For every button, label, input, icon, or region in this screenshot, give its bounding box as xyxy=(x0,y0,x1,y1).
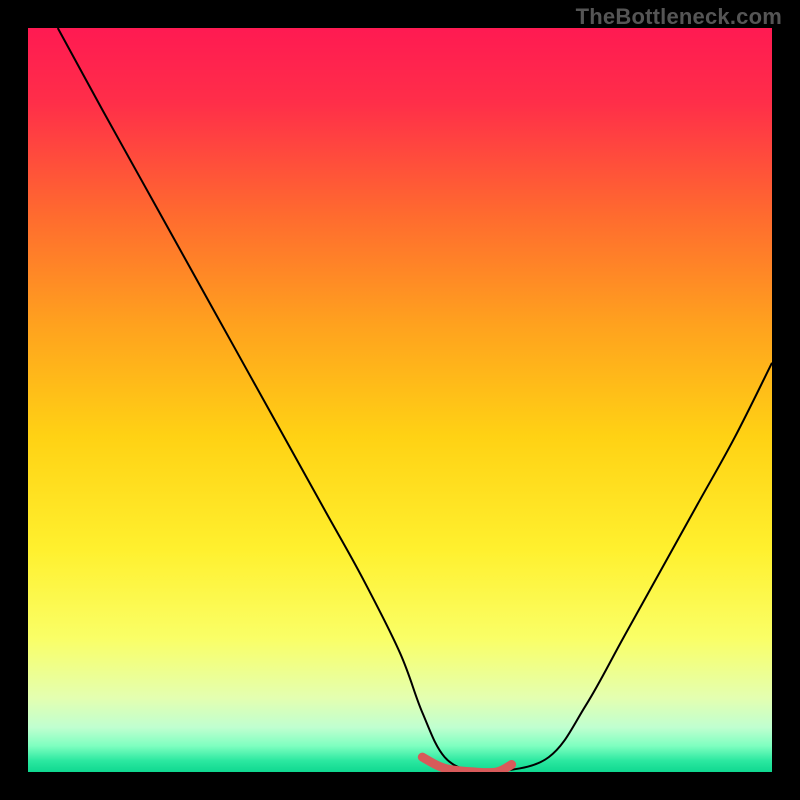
curve-path xyxy=(58,28,772,772)
chart-frame xyxy=(28,28,772,772)
watermark-text: TheBottleneck.com xyxy=(576,4,782,30)
bottleneck-curve xyxy=(28,28,772,772)
highlight-path xyxy=(422,757,511,772)
